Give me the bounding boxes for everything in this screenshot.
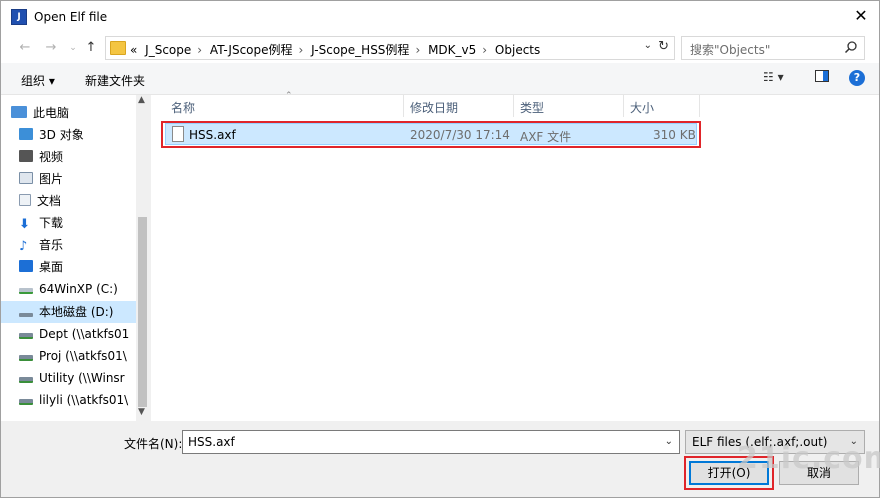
folder-icon [110,41,126,55]
sidebar-item-desktop[interactable]: 桌面 [19,257,137,277]
refresh-icon[interactable]: ↻ [658,39,669,54]
sidebar-item-label: Dept (\\atkfs01 [39,327,130,341]
new-folder-button[interactable]: 新建文件夹 [85,72,145,89]
close-icon[interactable]: ✕ [851,6,871,26]
scrollbar-thumb[interactable] [138,217,147,407]
download-icon: ⬇ [19,217,30,232]
sidebar-item-drive-d[interactable]: 本地磁盘 (D:) [19,302,137,322]
breadcrumb-item[interactable]: Objects [495,43,540,57]
search-input[interactable]: 搜索"Objects" [681,36,865,60]
sidebar-item-label: 桌面 [39,260,64,274]
organize-menu[interactable]: 组织 ▾ [21,72,55,89]
column-header-size[interactable]: 大小 [630,99,654,116]
search-icon [844,41,857,54]
sidebar-item-label: 此电脑 [33,106,70,120]
help-icon[interactable]: ? [849,70,865,86]
music-icon: ♪ [19,239,28,254]
scroll-down-icon[interactable]: ▼ [138,407,145,417]
sidebar-item-this-pc[interactable]: 此电脑 [11,103,129,123]
sidebar-item-videos[interactable]: 视频 [19,147,137,167]
filename-value: HSS.axf [188,435,235,449]
preview-pane-icon[interactable] [815,70,829,85]
sidebar-item-pictures[interactable]: 图片 [19,169,137,189]
sidebar-item-label: Utility (\\Winsr [39,371,125,385]
column-divider[interactable] [513,95,514,117]
breadcrumb-item[interactable]: J_Scope [145,43,191,57]
network-drive-icon [19,333,33,339]
chevron-down-icon[interactable]: ⌄ [665,436,673,447]
sort-caret-icon: ⌃ [285,91,293,101]
column-divider[interactable] [699,95,700,117]
sidebar-item-music[interactable]: ♪ 音乐 [19,235,137,255]
filename-field[interactable]: HSS.axf ⌄ [182,430,680,454]
network-drive-icon [19,377,33,383]
app-icon: J [11,9,27,25]
picture-icon [19,172,33,184]
sidebar-item-3d-objects[interactable]: 3D 对象 [19,125,137,145]
sidebar-item-label: 图片 [39,172,64,186]
back-arrow-icon[interactable]: ← [17,39,33,57]
window-title: Open Elf file [34,10,108,24]
sidebar-item-network-proj[interactable]: Proj (\\atkfs01\ [19,346,137,366]
sidebar-item-label: Proj (\\atkfs01\ [39,349,127,363]
cube-3d-icon [19,128,33,140]
drive-icon [19,288,33,294]
column-header-type[interactable]: 类型 [520,99,544,116]
recent-chevron-icon[interactable]: ⌄ [65,39,81,57]
breadcrumb-item[interactable]: MDK_v5 [428,43,476,57]
network-drive-icon [19,399,33,405]
navigation-bar: ← → ⌄ ↑ « J_Scope › AT-JScope例程 › J-Scope_… [1,33,879,63]
breadcrumb-item[interactable]: J-Scope_HSS例程 [311,43,409,57]
sidebar-item-label: lilyli (\\atkfs01\ [39,393,129,407]
breadcrumb-item[interactable]: AT-JScope例程 [210,43,293,57]
address-bar[interactable]: « J_Scope › AT-JScope例程 › J-Scope_HSS例程 › M… [105,36,675,60]
desktop-icon [19,260,33,272]
sidebar-scrollbar[interactable]: ▲ ▼ [136,95,149,421]
computer-icon [11,106,27,118]
column-divider[interactable] [623,95,624,117]
title-bar: J Open Elf file ✕ [1,1,879,33]
sidebar-item-label: 64WinXP (C:) [39,282,118,296]
sidebar-item-label: 3D 对象 [39,128,84,142]
sidebar-item-downloads[interactable]: ⬇ 下载 [19,213,137,233]
document-icon [19,194,31,206]
breadcrumb: « J_Scope › AT-JScope例程 › J-Scope_HSS例程 › M… [130,43,541,57]
up-arrow-icon[interactable]: ↑ [83,39,99,57]
annotation-highlight-file [161,121,701,148]
column-header-name[interactable]: 名称 [171,99,195,116]
scroll-up-icon[interactable]: ▲ [138,95,145,105]
breadcrumb-overflow[interactable]: « [130,43,137,57]
sidebar-item-label: 下载 [39,216,64,230]
watermark: 21ic.com [737,441,880,476]
sidebar-item-label: 文档 [37,194,62,208]
sidebar-item-network-lilyli[interactable]: lilyli (\\atkfs01\ [19,390,137,410]
sidebar-item-network-utility[interactable]: Utility (\\Winsr [19,368,137,388]
sidebar-item-label: 音乐 [39,238,64,252]
view-options-icon[interactable]: ☷ ▾ [763,70,784,84]
sidebar-item-label: 视频 [39,150,64,164]
toolbar: 组织 ▾ 新建文件夹 ☷ ▾ ? [1,63,879,95]
sidebar-item-documents[interactable]: 文档 [19,191,137,211]
open-file-dialog: J Open Elf file ✕ ← → ⌄ ↑ « J_Scope › AT-… [0,0,880,498]
sidebar-item-network-dept[interactable]: Dept (\\atkfs01 [19,324,137,344]
network-drive-icon [19,355,33,361]
column-header-modified[interactable]: 修改日期 [410,99,458,116]
sidebar-item-drive-c[interactable]: 64WinXP (C:) [19,279,137,299]
column-divider[interactable] [403,95,404,117]
search-placeholder: 搜索"Objects" [690,43,771,57]
sidebar-item-label: 本地磁盘 (D:) [39,305,114,319]
video-icon [19,150,33,162]
drive-icon [19,313,33,317]
navigation-pane: 此电脑 3D 对象 视频 图片 文档 ⬇ 下载 ♪ 音乐 桌面 64WinXP (C… [1,95,149,421]
filename-label: 文件名(N): [124,437,183,451]
forward-arrow-icon[interactable]: → [43,39,59,57]
file-list: 名称 ⌃ 修改日期 类型 大小 HSS.axf 2020/7/30 17:14 … [151,91,879,421]
address-dropdown-icon[interactable]: ⌄ [644,40,652,51]
